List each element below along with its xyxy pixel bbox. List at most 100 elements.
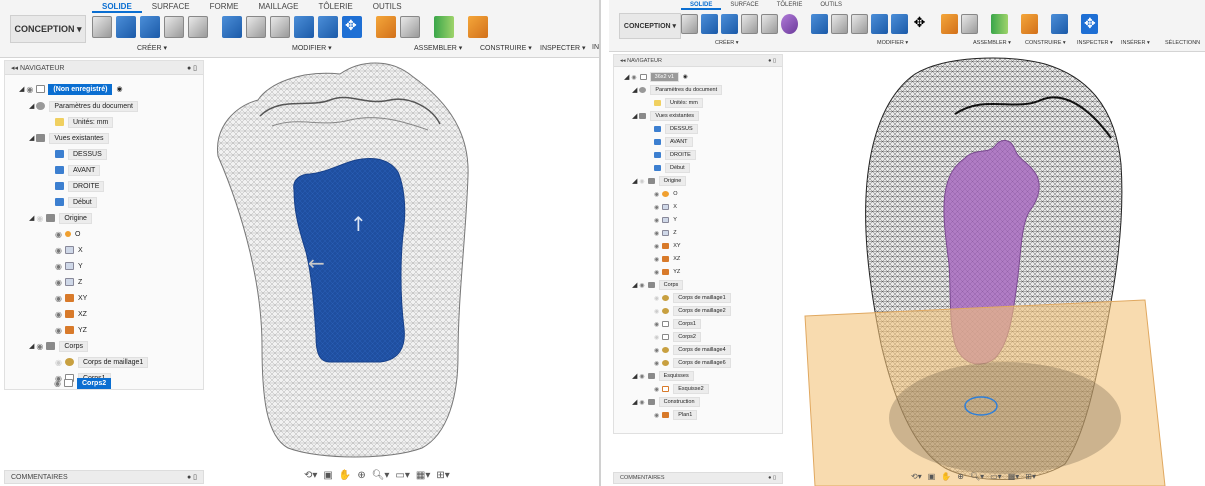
tree-origin[interactable]: ◢ ◉ Origine (632, 176, 687, 186)
eye-icon[interactable]: ◉ (639, 178, 644, 185)
tree-root[interactable]: ◢ ◉ (Non enregistré) ◉ (19, 83, 123, 95)
tree-views[interactable]: ◢ Vues existantes (29, 132, 109, 144)
arrow-up-icon[interactable]: ↑ (350, 212, 367, 236)
orbit-icon[interactable]: ⟲▾ (911, 472, 922, 481)
group-creer[interactable]: CRÉER ▾ (137, 44, 167, 52)
tree-bodies[interactable]: ◢ ◉ Corps (632, 280, 684, 290)
eye-icon[interactable]: ◉ (654, 269, 659, 276)
document-name[interactable]: (Non enregistré) (48, 83, 113, 95)
pan-icon[interactable]: ✋ (339, 470, 351, 481)
eye-icon[interactable]: ◉ (54, 379, 61, 388)
tree-plane-xz[interactable]: ◉ XZ (654, 254, 680, 264)
move-icon[interactable] (342, 16, 362, 38)
tree-construction[interactable]: ◢ ◉ Construction (632, 397, 700, 407)
eye-icon[interactable]: ◉ (36, 342, 43, 351)
zoom-icon[interactable]: ⊕ (357, 470, 365, 481)
shell-icon[interactable] (270, 16, 290, 38)
display-icon[interactable]: ▭▾ (395, 470, 409, 481)
fillet-icon[interactable] (246, 16, 266, 38)
fit-icon[interactable]: 🔍︎▾ (970, 472, 984, 481)
arrow-left-icon[interactable]: ← (308, 251, 325, 275)
fillet-icon[interactable] (831, 14, 848, 34)
box-icon[interactable] (164, 16, 184, 38)
new-component-icon[interactable] (941, 14, 958, 34)
pan-icon[interactable]: ✋ (941, 472, 951, 481)
tree-view-debut[interactable]: Début (654, 163, 690, 173)
group-inserer[interactable]: INSÉRER ▾ (1121, 40, 1150, 46)
tree-doc-params[interactable]: ◢ Paramètres du document (632, 85, 723, 95)
group-modifier[interactable]: MODIFIER ▾ (877, 40, 908, 46)
tree-body-1[interactable]: ◉Corps1 (654, 319, 701, 329)
eye-icon[interactable]: ◉ (654, 308, 659, 315)
tree-views[interactable]: ◢ Vues existantes (632, 111, 700, 121)
look-at-icon[interactable]: ▣ (928, 472, 936, 481)
eye-icon[interactable]: ◉ (654, 191, 659, 198)
tab-solide[interactable]: SOLIDE (92, 2, 142, 13)
joint-icon[interactable] (400, 16, 420, 38)
eye-icon[interactable]: ◉ (26, 85, 33, 94)
eye-icon[interactable]: ◉ (55, 230, 62, 239)
pin-icon[interactable]: ● ▯ (187, 64, 197, 72)
orbit-icon[interactable]: ⟲▾ (304, 470, 317, 481)
eye-icon[interactable]: ◉ (55, 246, 62, 255)
group-inserer[interactable]: IN (592, 44, 599, 51)
tree-plane-xy[interactable]: ◉ XY (654, 241, 681, 251)
new-component-icon[interactable] (376, 16, 396, 38)
tree-axis-x[interactable]: ◉ X (654, 202, 677, 212)
new-sketch-icon[interactable] (681, 14, 698, 34)
tree-view-droite[interactable]: DROITE (55, 180, 105, 192)
combine-icon[interactable] (871, 14, 888, 34)
3d-viewport[interactable] (785, 54, 1205, 486)
construct-plane-icon[interactable] (991, 14, 1008, 34)
group-inspecter[interactable]: INSPECTER ▾ (1077, 40, 1113, 46)
viewports-icon[interactable]: ⊞▾ (1025, 472, 1036, 481)
eye-icon[interactable]: ◉ (654, 230, 659, 237)
eye-icon[interactable]: ◉ (654, 295, 659, 302)
fit-icon[interactable]: 🔍︎▾ (372, 470, 390, 481)
eye-icon[interactable]: ◉ (654, 347, 659, 354)
tree-mesh-body-1[interactable]: ◉ Corps de maillage1 (55, 356, 149, 368)
eye-icon[interactable]: ◉ (631, 74, 636, 81)
measure-icon[interactable] (1021, 14, 1038, 34)
tree-plane-1[interactable]: ◉ Plan1 (654, 410, 698, 420)
viewports-icon[interactable]: ⊞▾ (436, 470, 449, 481)
eye-icon[interactable]: ◉ (639, 282, 644, 289)
tree-view-droite[interactable]: DROITE (654, 150, 696, 160)
select-icon[interactable] (1081, 14, 1098, 34)
tree-axis-z[interactable]: ◉ Z (654, 228, 677, 238)
tree-origin-o[interactable]: ◉ O (654, 189, 678, 199)
tab-outils[interactable]: OUTILS (811, 2, 851, 10)
press-pull-icon[interactable] (222, 16, 242, 38)
group-assembler[interactable]: ASSEMBLER ▾ (414, 44, 462, 52)
move-icon[interactable]: ✥ (911, 14, 928, 34)
tree-units[interactable]: Unités: mm (654, 98, 703, 108)
document-name[interactable]: 36x2 v1 (649, 72, 679, 82)
tree-body-2[interactable]: ◉ Corps2 (654, 332, 701, 342)
tree-doc-params[interactable]: ◢ Paramètres du document (29, 100, 138, 112)
tree-plane-yz[interactable]: ◉ YZ (654, 267, 680, 277)
tree-axis-y[interactable]: ◉ Y (55, 260, 83, 272)
insert-image-icon[interactable] (1051, 14, 1068, 34)
tab-surface[interactable]: SURFACE (142, 2, 200, 13)
new-sketch-icon[interactable] (92, 16, 112, 38)
box-icon[interactable] (741, 14, 758, 34)
eye-icon[interactable]: ◉ (55, 358, 62, 367)
group-inspecter[interactable]: INSPECTER ▾ (540, 44, 586, 52)
tree-view-avant[interactable]: AVANT (55, 164, 101, 176)
tree-root[interactable]: ◢ ◉ 36x2 v1 ◉ (624, 72, 688, 82)
group-selectionner[interactable]: SÉLECTIONN (1165, 40, 1200, 46)
eye-icon[interactable]: ◉ (654, 256, 659, 263)
extrude-icon[interactable] (116, 16, 136, 38)
offset-face-icon[interactable] (891, 14, 908, 34)
tree-units[interactable]: Unités: mm (55, 116, 114, 128)
extrude-icon[interactable] (701, 14, 718, 34)
tab-forme[interactable]: FORME (200, 2, 249, 13)
tree-axis-z[interactable]: ◉ Z (55, 276, 82, 288)
tree-mesh-body-4[interactable]: ◉ Corps de maillage4 (654, 345, 731, 355)
group-construire[interactable]: CONSTRUIRE ▾ (480, 44, 532, 52)
grid-icon[interactable]: ▦▾ (416, 470, 430, 481)
conception-dropdown[interactable]: CONCEPTION ▾ (10, 15, 86, 43)
combine-icon[interactable] (294, 16, 314, 38)
revolve-icon[interactable] (721, 14, 738, 34)
pattern-icon[interactable] (761, 14, 778, 34)
